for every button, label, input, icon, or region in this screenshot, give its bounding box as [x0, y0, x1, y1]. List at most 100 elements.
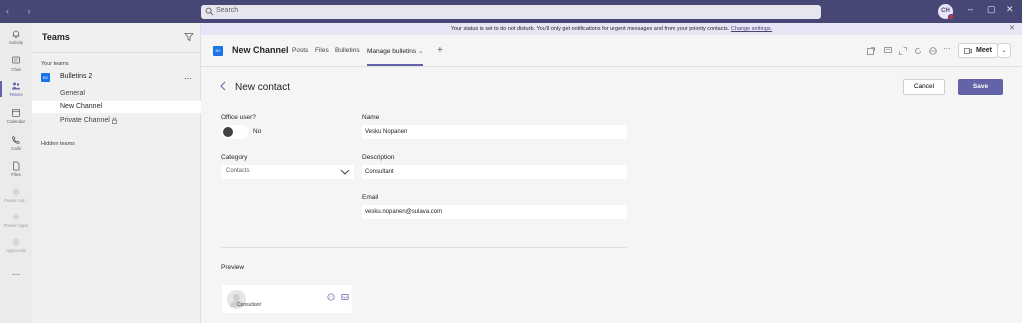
back-chevron-icon[interactable]	[219, 81, 227, 91]
preview-subtitle: Consultant	[237, 302, 261, 308]
teams-panel: Teams Your teams B2 Bulletins 2 ... Gene…	[32, 23, 201, 323]
chevron-down-icon	[340, 169, 350, 175]
new-contact-form: New contact Cancel Save Office user? No …	[201, 67, 1022, 323]
chevron-down-icon: ⌄	[417, 48, 424, 55]
channel-avatar: B2	[213, 46, 223, 56]
meet-label: Meet	[976, 47, 992, 54]
channel-title: New Channel	[232, 45, 289, 55]
presence-dnd-indicator	[948, 14, 954, 20]
mail-icon[interactable]	[341, 293, 349, 301]
hidden-teams-heading[interactable]: Hidden teams	[41, 141, 75, 147]
rail-item-chat[interactable]: Chat	[0, 56, 32, 72]
rail-item-teams[interactable]: Teams	[0, 81, 32, 97]
rail-label: Files	[11, 172, 21, 177]
phone-icon	[12, 135, 21, 144]
expand-icon[interactable]	[899, 47, 907, 55]
status-banner: Your status is set to do not disturb. Yo…	[201, 23, 1022, 35]
globe-icon[interactable]	[929, 47, 937, 55]
filter-icon[interactable]	[184, 32, 194, 42]
office-user-value: No	[253, 128, 262, 135]
save-button[interactable]: Save	[958, 79, 1003, 95]
rail-item-approvals[interactable]: Approvals	[0, 237, 32, 253]
minimize-icon[interactable]: –	[968, 4, 973, 14]
chat-icon[interactable]	[327, 293, 335, 301]
name-field[interactable]	[362, 125, 627, 139]
team-row-bulletins-2[interactable]: B2 Bulletins 2 ...	[32, 70, 201, 84]
meet-dropdown-button[interactable]: ⌄	[997, 43, 1011, 58]
cancel-button[interactable]: Cancel	[903, 79, 945, 95]
preview-label: Preview	[221, 264, 245, 271]
add-tab-button[interactable]: +	[437, 45, 443, 56]
rail-label: Calls	[10, 146, 21, 151]
divider	[32, 52, 201, 53]
email-label: Email	[362, 194, 379, 201]
chevron-down-icon: ⌄	[1001, 48, 1007, 54]
team-avatar: B2	[41, 73, 50, 82]
more-options-icon[interactable]: ···	[943, 44, 951, 53]
tab-label: Manage bulletins	[367, 48, 417, 55]
rail-item-files[interactable]: Files	[0, 161, 32, 177]
rail-label: Calendar	[6, 119, 26, 124]
more-apps-icon[interactable]: ...	[0, 267, 32, 278]
bell-icon	[12, 30, 20, 39]
channel-name: General	[60, 90, 85, 97]
file-icon	[13, 161, 20, 171]
rail-item-activity[interactable]: Activity	[0, 29, 32, 45]
channel-name: New Channel	[60, 103, 103, 110]
teams-icon	[12, 82, 21, 90]
rail-item-power-apps[interactable]: Power Apps	[0, 212, 32, 228]
tab-bulletins[interactable]: Bulletins	[335, 47, 360, 54]
more-options-icon[interactable]: ...	[184, 71, 192, 81]
tab-files[interactable]: Files	[315, 47, 329, 54]
rail-label: Chat	[11, 67, 21, 72]
page-title: New contact	[235, 82, 291, 93]
close-window-icon[interactable]: ✕	[1006, 4, 1014, 15]
divider	[221, 247, 627, 248]
description-field[interactable]	[362, 165, 627, 179]
chat-icon	[12, 56, 20, 64]
teams-title: Teams	[42, 32, 70, 42]
active-indicator	[0, 81, 2, 97]
name-label: Name	[362, 114, 380, 121]
history-nav[interactable]: ‹ ›	[6, 6, 39, 16]
maximize-icon[interactable]: ▢	[987, 4, 996, 15]
category-value: Contacts	[226, 168, 250, 174]
rail-label: Power Apps	[3, 223, 28, 228]
meet-button[interactable]: Meet	[958, 43, 998, 58]
banner-text: Your status is set to do not disturb. Yo…	[450, 26, 730, 32]
preview-card: Consultant	[222, 285, 352, 313]
lock-icon	[112, 117, 117, 124]
close-icon[interactable]: ✕	[1009, 23, 1015, 35]
open-external-icon[interactable]	[867, 47, 875, 55]
channel-name: Private Channel	[60, 117, 110, 124]
power-apps-icon	[12, 213, 20, 221]
rail-item-calendar[interactable]: Calendar	[0, 108, 32, 124]
channel-item-new-channel[interactable]: New Channel	[32, 101, 201, 113]
team-name: Bulletins 2	[60, 73, 93, 80]
category-select[interactable]: Contacts	[221, 165, 354, 179]
search-placeholder: Search	[216, 7, 239, 14]
office-user-label: Office user?	[221, 114, 256, 121]
title-bar: ‹ › Search CH – ▢ ✕	[0, 0, 1022, 23]
power-automate-icon	[12, 188, 20, 196]
channel-item-private-channel[interactable]: Private Channel	[32, 115, 201, 127]
change-settings-link[interactable]: Change settings.	[731, 26, 772, 32]
rail-item-power-automate[interactable]: Power Aut...	[0, 187, 32, 203]
conversation-icon[interactable]	[884, 47, 892, 55]
channel-header: B2 New Channel Posts Files Bulletins Man…	[201, 35, 1022, 67]
tab-posts[interactable]: Posts	[292, 47, 308, 54]
refresh-icon[interactable]	[914, 47, 922, 55]
rail-item-calls[interactable]: Calls	[0, 135, 32, 151]
tab-manage-bulletins[interactable]: Manage bulletins ⌄	[367, 47, 423, 55]
channel-item-general[interactable]: General	[32, 88, 201, 100]
toggle-knob	[223, 127, 233, 137]
rail-label: Activity	[8, 40, 24, 45]
rail-label: Teams	[9, 92, 23, 97]
office-user-toggle[interactable]	[221, 125, 248, 139]
search-box[interactable]: Search	[201, 5, 821, 19]
email-field[interactable]	[362, 205, 627, 219]
rail-label: Power Aut...	[3, 198, 29, 203]
description-label: Description	[362, 154, 395, 161]
search-icon	[205, 7, 214, 16]
your-teams-heading: Your teams	[41, 61, 69, 67]
